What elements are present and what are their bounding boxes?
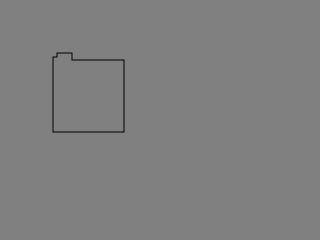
folder-outline-path — [52, 52, 125, 133]
folder-outline-icon[interactable] — [0, 0, 320, 240]
desktop-canvas — [0, 0, 320, 240]
